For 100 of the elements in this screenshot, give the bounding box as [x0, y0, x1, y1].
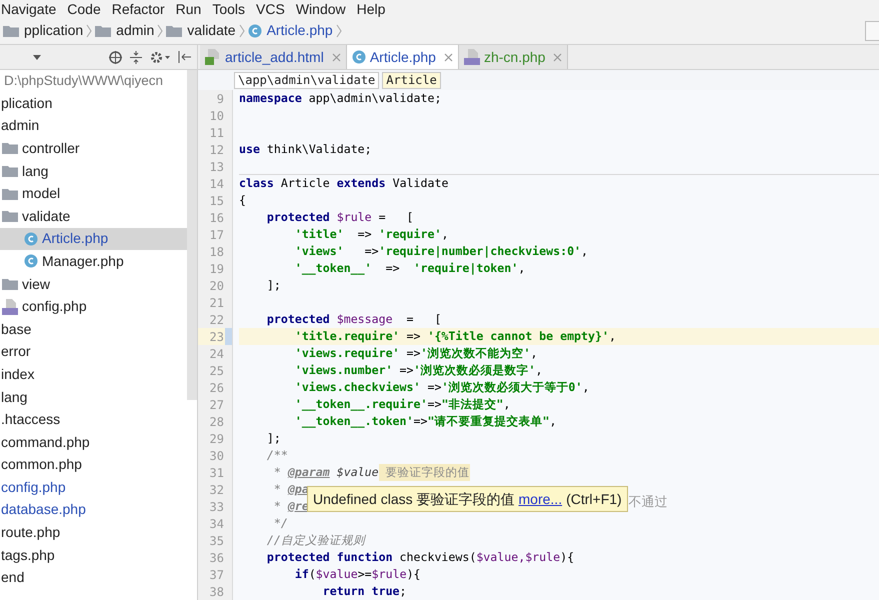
tree-item[interactable]: config.php — [0, 295, 187, 318]
menu-item[interactable]: Window — [296, 2, 346, 16]
line-number: 22 — [210, 312, 224, 328]
tree-item[interactable]: model — [0, 182, 187, 205]
tree-item[interactable]: lang — [0, 160, 187, 182]
code-text: ){ — [560, 548, 574, 566]
menu-item[interactable]: Help — [356, 2, 386, 16]
code-string: '浏览次数必须是数字' — [414, 362, 536, 379]
pin-icon[interactable] — [178, 51, 191, 63]
line-number: 16 — [210, 210, 224, 226]
tree-item[interactable]: controller — [0, 137, 187, 160]
menu-item[interactable]: Run — [176, 2, 202, 16]
code-keyword: protected — [266, 208, 330, 226]
folder-icon — [166, 24, 182, 36]
folder-icon — [2, 165, 18, 178]
folder-icon — [2, 210, 18, 222]
line-number: 34 — [210, 516, 224, 532]
tree-item[interactable]: end — [0, 566, 187, 590]
code-string: '__token__.require' — [294, 396, 428, 413]
code-text: => — [398, 362, 414, 379]
tree-item[interactable]: index — [0, 363, 187, 386]
class-icon — [248, 24, 262, 38]
code-string: "非法提交" — [441, 396, 504, 413]
close-icon[interactable] — [444, 52, 453, 62]
folder-icon — [95, 24, 112, 36]
code-comment: * — [272, 464, 282, 481]
more-link[interactable]: more... — [518, 488, 562, 510]
line-number: 31 — [210, 464, 224, 482]
chevron-icon — [336, 24, 342, 38]
menu-item[interactable]: VCS — [256, 2, 285, 16]
code-text: { — [239, 192, 246, 209]
line-number: 11 — [210, 124, 224, 142]
code-text: , — [581, 242, 588, 260]
menu-item[interactable]: Navigate — [1, 2, 56, 16]
tree-item[interactable]: admin — [0, 114, 187, 138]
breadcrumb-item[interactable]: validate — [163, 20, 239, 41]
menu-item[interactable]: Tools — [212, 2, 246, 16]
line-number: 27 — [210, 396, 224, 414]
code-text: => — [356, 226, 373, 243]
code-string: '__token__.token' — [294, 412, 414, 430]
code-comment: /** — [266, 446, 288, 464]
editor-tab[interactable]: article_add.html — [200, 45, 347, 69]
code-text: => — [427, 396, 442, 413]
line-number: 36 — [210, 550, 224, 566]
line-number: 17 — [210, 226, 224, 244]
html-file-icon — [205, 49, 221, 65]
breadcrumb-item[interactable]: admin — [92, 20, 158, 41]
line-number: 25 — [210, 362, 224, 380]
tree-item[interactable]: plication — [0, 92, 187, 115]
tree-item[interactable]: view — [0, 272, 187, 296]
editor-tab[interactable]: Article.php — [346, 45, 459, 69]
collapse-icon[interactable] — [130, 50, 142, 64]
code-string: '浏览次数不能为空' — [420, 344, 530, 362]
menu-item[interactable]: Code — [67, 2, 101, 16]
line-number: 32 — [210, 482, 224, 498]
line-number: 9 — [216, 90, 224, 108]
code-string: 'views.checkviews' — [294, 378, 420, 396]
tree-item[interactable]: .htaccess — [0, 408, 187, 431]
line-number: 38 — [210, 584, 224, 600]
scrollbar[interactable] — [187, 70, 197, 400]
line-number: 21 — [210, 294, 224, 312]
breadcrumb-item[interactable]: pplication — [0, 20, 86, 41]
tree-item[interactable]: config.php — [0, 476, 187, 499]
breadcrumb-item[interactable]: Article.php — [244, 20, 336, 41]
tree-item[interactable]: base — [0, 318, 187, 341]
code-comment: * — [272, 480, 282, 498]
code-text: , — [535, 362, 542, 379]
code-text: = [ — [406, 310, 442, 328]
tree-item[interactable]: lang — [0, 386, 187, 408]
line-number: 13 — [210, 158, 224, 176]
line-number: 10 — [210, 108, 224, 124]
tree-item[interactable]: validate — [0, 204, 187, 228]
tree-item[interactable]: command.php — [0, 430, 187, 454]
class-icon — [24, 254, 38, 268]
code-string: 'title.require' — [294, 328, 400, 345]
tree-item[interactable]: error — [0, 340, 187, 364]
tree-item[interactable]: route.php — [0, 521, 187, 544]
line-number: 23 — [210, 328, 224, 346]
line-number: 33 — [210, 498, 224, 516]
tree-item[interactable]: database.php — [0, 498, 187, 522]
tree-item[interactable]: common.php — [0, 454, 187, 476]
target-icon[interactable] — [109, 50, 122, 64]
code-comment: //自定义验证规则 — [266, 532, 365, 549]
tree-item[interactable]: Manager.php — [0, 250, 187, 273]
settings-icon[interactable] — [150, 50, 170, 64]
code-text: , — [441, 226, 448, 243]
tree-item[interactable]: tags.php — [0, 544, 187, 566]
dropdown-caret-icon[interactable] — [33, 54, 41, 60]
line-number: 20 — [210, 278, 224, 294]
line-number: 37 — [210, 566, 224, 584]
tree-item[interactable]: Article.php — [0, 228, 187, 250]
code-string: 'views.require' — [294, 344, 400, 362]
class-icon — [352, 50, 366, 64]
code-breadcrumb[interactable]: \app\admin\validate — [234, 72, 380, 88]
menu-item[interactable]: Refactor — [112, 2, 165, 16]
code-keyword: class — [239, 174, 274, 192]
code-text: => — [384, 260, 401, 277]
code-variable: $value,$rule — [476, 548, 560, 566]
code-comment: * — [272, 498, 282, 515]
code-breadcrumb[interactable]: Article — [382, 72, 441, 88]
